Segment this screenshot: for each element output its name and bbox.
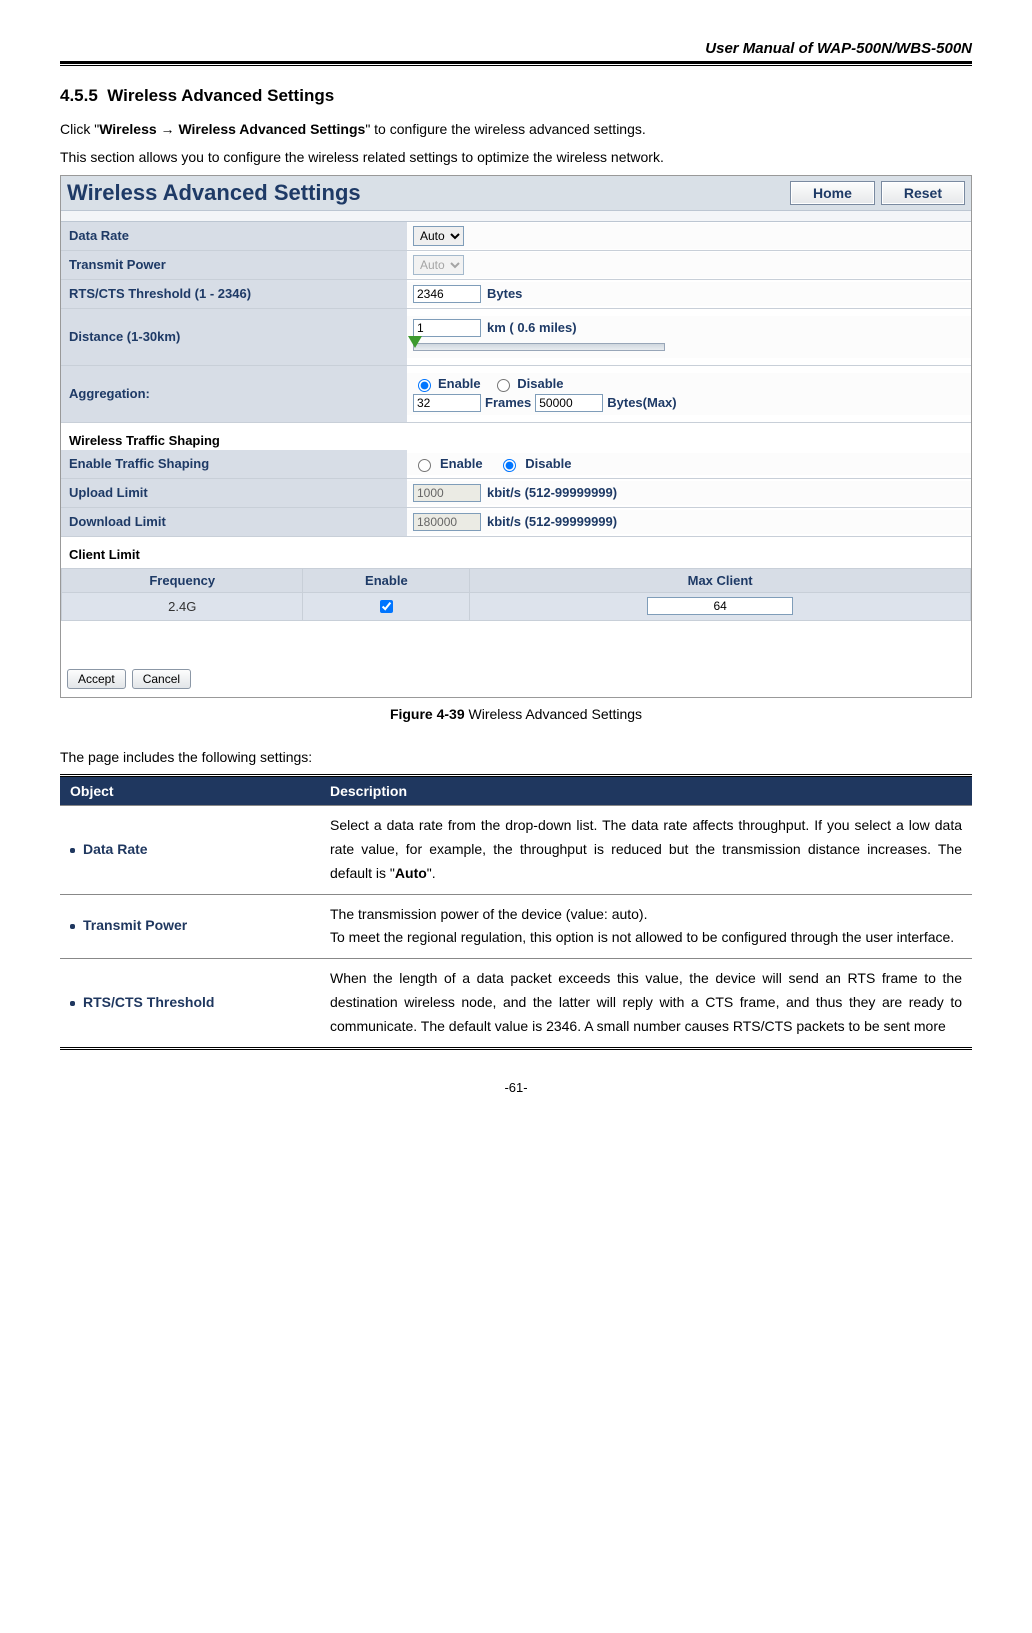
- col-description: Description: [320, 777, 972, 806]
- desc-rts-threshold: When the length of a data packet exceeds…: [320, 959, 972, 1047]
- label-download-limit: Download Limit: [61, 508, 407, 536]
- download-limit-unit: kbit/s (512-99999999): [487, 514, 617, 529]
- col-enable: Enable: [303, 568, 470, 592]
- distance-input[interactable]: [413, 319, 481, 337]
- label-data-rate: Data Rate: [61, 222, 407, 250]
- sub-heading-client-limit: Client Limit: [61, 537, 971, 564]
- label-traffic-shaping: Enable Traffic Shaping: [61, 450, 407, 478]
- table-row: Data Rate Select a data rate from the dr…: [60, 806, 972, 894]
- bullet-icon: [70, 1001, 75, 1006]
- rts-threshold-input[interactable]: [413, 285, 481, 303]
- row-rts-threshold: RTS/CTS Threshold (1 - 2346) Bytes: [61, 280, 971, 309]
- download-limit-input: [413, 513, 481, 531]
- row-transmit-power: Transmit Power Auto: [61, 251, 971, 280]
- label-aggregation: Aggregation:: [61, 366, 407, 422]
- aggregation-bytes-input[interactable]: [535, 394, 603, 412]
- aggregation-enable-label: Enable: [438, 376, 481, 391]
- shaping-disable-label: Disable: [525, 456, 571, 471]
- table-bottom-border: [60, 1047, 972, 1050]
- obj-data-rate: Data Rate: [60, 806, 320, 894]
- screenshot-wireless-advanced: Wireless Advanced Settings Home Reset Da…: [60, 175, 972, 698]
- transmit-power-select: Auto: [413, 255, 464, 275]
- distance-unit: km ( 0.6 miles): [487, 320, 577, 335]
- titlebar-separator: [61, 210, 971, 222]
- client-limit-table: Frequency Enable Max Client 2.4G: [61, 568, 971, 621]
- row-download-limit: Download Limit kbit/s (512-99999999): [61, 508, 971, 537]
- desc-transmit-power: The transmission power of the device (va…: [320, 894, 972, 959]
- row-aggregation: Aggregation: Enable Disable Frames Bytes…: [61, 366, 971, 423]
- intro-text: " to configure the wireless advanced set…: [365, 121, 645, 137]
- figure-caption: Figure 4-39 Wireless Advanced Settings: [60, 706, 972, 722]
- table-row: 2.4G: [62, 592, 971, 620]
- page-number: -61-: [60, 1080, 972, 1095]
- aggregation-frames-label: Frames: [485, 395, 531, 410]
- row-data-rate: Data Rate Auto: [61, 222, 971, 251]
- spacer: [61, 621, 971, 661]
- section-number: 4.5.5: [60, 86, 98, 105]
- desc-lead: The page includes the following settings…: [60, 746, 972, 768]
- bullet-icon: [70, 848, 75, 853]
- upload-limit-unit: kbit/s (512-99999999): [487, 485, 617, 500]
- figure-label: Figure 4-39: [390, 706, 465, 722]
- client-enable-checkbox[interactable]: [380, 600, 393, 613]
- aggregation-enable-radio[interactable]: [418, 379, 431, 392]
- obj-transmit-power: Transmit Power: [60, 894, 320, 959]
- distance-slider[interactable]: [413, 343, 665, 351]
- table-row: Transmit Power The transmission power of…: [60, 894, 972, 959]
- label-upload-limit: Upload Limit: [61, 479, 407, 507]
- reset-button[interactable]: Reset: [881, 181, 965, 205]
- slider-thumb-icon: [408, 336, 422, 348]
- aggregation-frames-input[interactable]: [413, 394, 481, 412]
- desc-data-rate: Select a data rate from the drop-down li…: [320, 806, 972, 894]
- section-heading: 4.5.5 Wireless Advanced Settings: [60, 86, 972, 106]
- obj-rts-threshold: RTS/CTS Threshold: [60, 959, 320, 1047]
- label-rts-threshold: RTS/CTS Threshold (1 - 2346): [61, 280, 407, 308]
- screenshot-titlebar: Wireless Advanced Settings Home Reset: [61, 176, 971, 210]
- shaping-disable-radio[interactable]: [503, 459, 516, 472]
- row-upload-limit: Upload Limit kbit/s (512-99999999): [61, 479, 971, 508]
- accept-button[interactable]: Accept: [67, 669, 126, 689]
- table-row: RTS/CTS Threshold When the length of a d…: [60, 959, 972, 1047]
- label-distance: Distance (1-30km): [61, 309, 407, 365]
- row-distance: Distance (1-30km) km ( 0.6 miles): [61, 309, 971, 366]
- sub-heading-shaping: Wireless Traffic Shaping: [61, 423, 971, 450]
- shaping-enable-radio[interactable]: [418, 459, 431, 472]
- home-button[interactable]: Home: [790, 181, 875, 205]
- intro-text: Click ": [60, 121, 99, 137]
- bullet-icon: [70, 924, 75, 929]
- screenshot-footer: Accept Cancel: [61, 661, 971, 697]
- rts-unit: Bytes: [487, 286, 522, 301]
- cancel-button[interactable]: Cancel: [132, 669, 191, 689]
- upload-limit-input: [413, 484, 481, 502]
- screenshot-title: Wireless Advanced Settings: [67, 180, 361, 206]
- aggregation-bytes-label: Bytes(Max): [607, 395, 676, 410]
- col-max-client: Max Client: [470, 568, 971, 592]
- shaping-enable-label: Enable: [440, 456, 483, 471]
- cell-frequency: 2.4G: [62, 592, 303, 620]
- aggregation-disable-label: Disable: [517, 376, 563, 391]
- data-rate-select[interactable]: Auto: [413, 226, 464, 246]
- aggregation-disable-radio[interactable]: [497, 379, 510, 392]
- intro-nav-path: Wireless → Wireless Advanced Settings: [99, 121, 365, 137]
- page-header: User Manual of WAP-500N/WBS-500N: [60, 40, 972, 61]
- col-frequency: Frequency: [62, 568, 303, 592]
- col-object: Object: [60, 777, 320, 806]
- intro-line-1: Click "Wireless → Wireless Advanced Sett…: [60, 118, 972, 140]
- row-traffic-shaping-enable: Enable Traffic Shaping Enable Disable: [61, 450, 971, 479]
- label-transmit-power: Transmit Power: [61, 251, 407, 279]
- max-client-input[interactable]: [647, 597, 793, 615]
- intro-line-2: This section allows you to configure the…: [60, 146, 972, 168]
- section-title: Wireless Advanced Settings: [107, 86, 334, 105]
- header-divider: [60, 61, 972, 66]
- figure-text: Wireless Advanced Settings: [469, 706, 643, 722]
- description-table: Object Description Data Rate Select a da…: [60, 777, 972, 1046]
